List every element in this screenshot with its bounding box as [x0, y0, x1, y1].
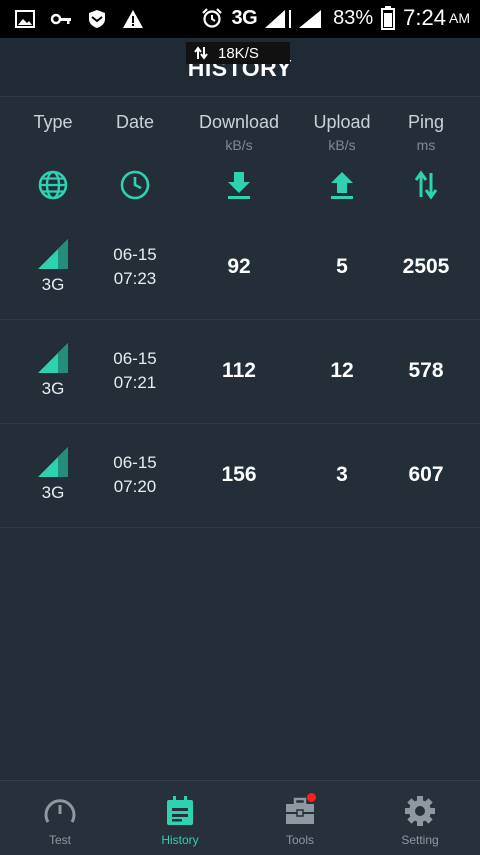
row-type-cell: 3G [16, 215, 90, 319]
row-time: 07:21 [113, 373, 157, 392]
row-ping-cell: 578 [390, 319, 462, 423]
status-bar: 3G 83% 7:24 AM [0, 0, 480, 38]
clock-icon [98, 168, 172, 202]
history-row[interactable]: 3G 06-15 07:20 156 3 607 [0, 423, 480, 528]
nav-label-tools: Tools [285, 833, 314, 847]
history-row[interactable]: 3G 06-15 07:23 92 5 2505 [0, 215, 480, 320]
nav-tab-history[interactable]: History [120, 781, 240, 855]
column-header-upload: Upload [313, 112, 371, 132]
nav-label-test: Test [48, 833, 71, 847]
ping-arrows-icon [390, 168, 462, 202]
clock-time: 7:24 [403, 5, 446, 30]
notification-badge [307, 793, 316, 802]
row-type-cell: 3G [16, 423, 90, 527]
history-icon [162, 795, 198, 827]
globe-icon [16, 168, 90, 202]
nav-label-setting: Setting [401, 833, 439, 847]
alarm-icon [202, 8, 223, 28]
nav-tab-test[interactable]: Test [0, 781, 120, 855]
signal-icon [38, 239, 68, 269]
speed-value: 18K/S [218, 44, 259, 62]
battery-percentage: 83% [333, 6, 374, 29]
row-type-cell: 3G [16, 319, 90, 423]
row-date: 06-15 [113, 349, 157, 368]
row-upload-cell: 12 [300, 319, 384, 423]
warning-icon [123, 10, 143, 28]
download-value: 112 [222, 359, 256, 382]
upload-icon [300, 168, 384, 202]
row-ping-cell: 607 [390, 423, 462, 527]
row-upload-cell: 3 [300, 423, 384, 527]
column-header-date: Date [115, 112, 155, 132]
bottom-navigation: Test History Tools Setting [0, 780, 480, 855]
signal-icon [38, 447, 68, 477]
row-download-cell: 156 [190, 423, 288, 527]
ping-unit: ms [416, 137, 436, 153]
signal-icon [38, 343, 68, 373]
column-header-ping: Ping [407, 112, 445, 132]
row-ping-cell: 2505 [390, 215, 462, 319]
row-time: 07:23 [113, 269, 157, 288]
network-type-label: 3G [41, 275, 65, 294]
transfer-arrows-icon [194, 46, 208, 60]
row-date: 06-15 [113, 245, 157, 264]
ping-value: 578 [408, 359, 444, 382]
nav-label-history: History [161, 833, 199, 847]
column-header-type: Type [33, 112, 73, 132]
download-unit: kB/s [225, 137, 253, 153]
ping-value: 2505 [402, 255, 450, 278]
row-date: 06-15 [113, 453, 157, 472]
history-row[interactable]: 3G 06-15 07:21 112 12 578 [0, 319, 480, 424]
gear-icon [402, 795, 438, 827]
row-upload-cell: 5 [300, 215, 384, 319]
battery-icon [381, 6, 396, 30]
nav-tab-tools[interactable]: Tools [240, 781, 360, 855]
network-type-label: 3G [41, 379, 65, 398]
speedometer-icon [42, 795, 78, 827]
nav-tab-setting[interactable]: Setting [360, 781, 480, 855]
row-date-cell: 06-15 07:20 [98, 423, 172, 527]
toolbox-icon [282, 793, 318, 827]
shield-icon [89, 10, 105, 28]
upload-value: 3 [336, 463, 348, 486]
download-icon [190, 168, 288, 202]
row-date-cell: 06-15 07:23 [98, 215, 172, 319]
upload-value: 5 [336, 255, 348, 278]
row-time: 07:20 [113, 477, 157, 496]
row-download-cell: 112 [190, 319, 288, 423]
clock-ampm: AM [449, 10, 470, 26]
upload-value: 12 [330, 359, 354, 382]
download-value: 156 [221, 463, 257, 486]
column-header-download: Download [198, 112, 280, 132]
app-header: HISTORY 18K/S [0, 38, 480, 97]
network-type: 3G [231, 6, 258, 29]
network-speed-indicator: 18K/S [186, 42, 290, 64]
ping-value: 607 [408, 463, 444, 486]
image-notification-icon [15, 10, 35, 28]
row-date-cell: 06-15 07:21 [98, 319, 172, 423]
download-value: 92 [227, 255, 251, 278]
upload-unit: kB/s [328, 137, 356, 153]
signal-strength-icon [265, 10, 322, 28]
network-type-label: 3G [41, 483, 65, 502]
row-download-cell: 92 [190, 215, 288, 319]
key-icon [50, 13, 71, 25]
